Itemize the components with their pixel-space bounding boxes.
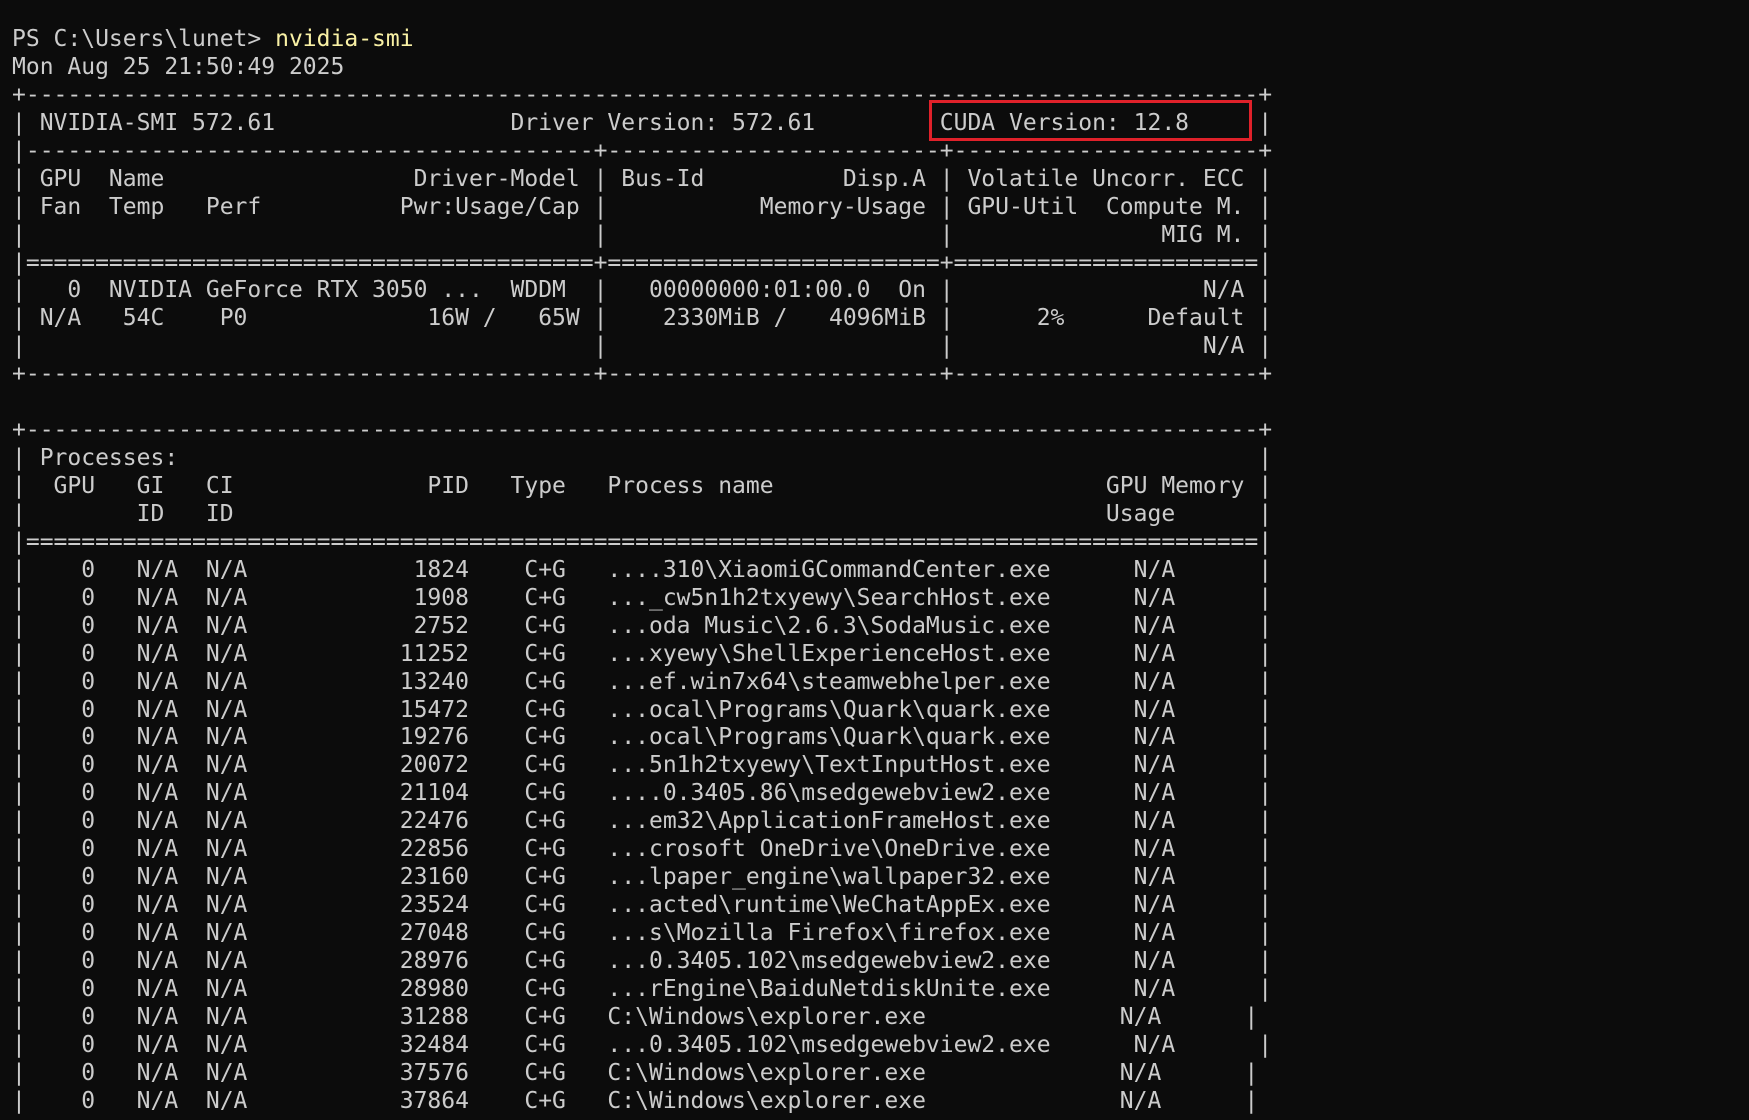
table-row: | 0 N/A N/A 23160 C+G ...lpaper_engine\w… (12, 864, 1273, 891)
terminal-window[interactable]: PS C:\Users\lunet> nvidia-smi Mon Aug 25… (0, 0, 1749, 1120)
table-row: | 0 N/A N/A 23524 C+G ...acted\runtime\W… (12, 892, 1273, 919)
table-row: | 0 N/A N/A 1824 C+G ....310\XiaomiGComm… (12, 556, 1273, 583)
table-row: | 0 N/A N/A 37864 C+G C:\Windows\explore… (12, 1087, 1259, 1114)
gpu-summary-table: +---------------------------------------… (0, 82, 1749, 389)
command-text: nvidia-smi (275, 26, 414, 52)
table-row: | 0 N/A N/A 28976 C+G ...0.3405.102\msed… (12, 947, 1273, 974)
process-border-top: +---------------------------------------… (12, 417, 1273, 444)
header-separator: |=======================================… (12, 249, 1273, 276)
prompt-line: PS C:\Users\lunet> nvidia-smi (0, 26, 1749, 54)
table-border-top: +---------------------------------------… (12, 81, 1273, 108)
table-row: | 0 N/A N/A 11252 C+G ...xyewy\ShellExpe… (12, 640, 1273, 667)
column-header-row-3: | | | MIG M. | (12, 221, 1273, 248)
gpu-row-3: | | | N/A | (12, 333, 1273, 360)
prompt-path: PS C:\Users\lunet> (12, 26, 276, 52)
gpu-row-2: | N/A 54C P0 16W / 65W | 2330MiB / 4096M… (12, 305, 1273, 332)
table-border-bottom: +---------------------------------------… (12, 361, 1273, 388)
column-header-row-1: | GPU Name Driver-Model | Bus-Id Disp.A … (12, 165, 1273, 192)
table-row: | 0 N/A N/A 27048 C+G ...s\Mozilla Firef… (12, 920, 1273, 946)
table-row: | 0 N/A N/A 20072 C+G ...5n1h2txyewy\Tex… (12, 752, 1273, 779)
timestamp-line: Mon Aug 25 21:50:49 2025 (12, 53, 345, 80)
table-row: | 0 N/A N/A 21104 C+G ....0.3405.86\msed… (12, 780, 1273, 807)
process-column-header-1: | GPU GI CI PID Type Process name GPU Me… (12, 473, 1273, 499)
table-row: | 0 N/A N/A 28980 C+G ...rEngine\BaiduNe… (12, 975, 1273, 1002)
table-row: | 0 N/A N/A 2752 C+G ...oda Music\2.6.3\… (12, 612, 1273, 639)
table-row: | 0 N/A N/A 37576 C+G C:\Windows\explore… (12, 1059, 1259, 1086)
column-header-row-2: | Fan Temp Perf Pwr:Usage/Cap | Memory-U… (12, 193, 1273, 220)
table-row: | 0 N/A N/A 22476 C+G ...em32\Applicatio… (12, 808, 1273, 835)
processes-table: +---------------------------------------… (0, 417, 1749, 1115)
gpu-row-1: | 0 NVIDIA GeForce RTX 3050 ... WDDM | 0… (12, 277, 1273, 304)
processes-title: | Processes: | (12, 445, 1273, 472)
table-row: | 0 N/A N/A 19276 C+G ...ocal\Programs\Q… (12, 724, 1273, 751)
table-row: | 0 N/A N/A 32484 C+G ...0.3405.102\msed… (12, 1031, 1273, 1058)
version-line: | NVIDIA-SMI 572.61 Driver Version: 572.… (12, 109, 1273, 136)
table-row: | 0 N/A N/A 31288 C+G C:\Windows\explore… (12, 1003, 1259, 1030)
table-row: | 0 N/A N/A 22856 C+G ...crosoft OneDriv… (12, 836, 1273, 863)
table-row: | 0 N/A N/A 15472 C+G ...ocal\Programs\Q… (12, 696, 1273, 723)
cuda-version-highlight-box (929, 100, 1252, 141)
table-row: | 0 N/A N/A 1908 C+G ..._cw5n1h2txyewy\S… (12, 584, 1273, 611)
table-row: | 0 N/A N/A 13240 C+G ...ef.win7x64\stea… (12, 668, 1273, 695)
process-header-separator: |=======================================… (12, 528, 1273, 555)
table-divider: |---------------------------------------… (12, 137, 1273, 164)
process-column-header-2: | ID ID Usage | (12, 500, 1273, 527)
